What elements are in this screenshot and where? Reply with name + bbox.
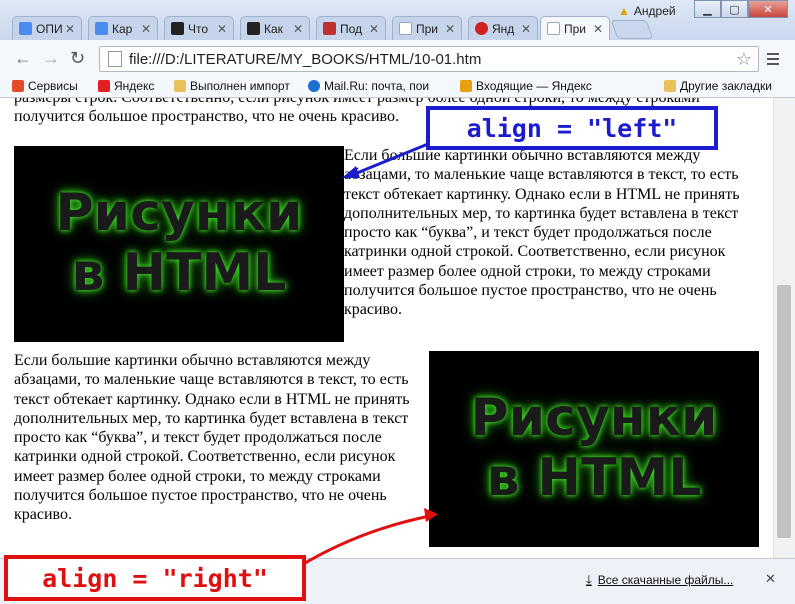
back-arrow-icon[interactable]: ← — [14, 48, 32, 69]
new-tab-button[interactable] — [610, 20, 654, 39]
paragraph-image-right: Рисунки в HTML Если большие картинки обы… — [14, 351, 764, 547]
close-icon[interactable]: ✕ — [593, 22, 603, 36]
folder-icon — [664, 80, 676, 92]
bookmark-inbox[interactable]: Входящие — Яндекс — [460, 79, 592, 93]
drive-icon — [19, 22, 32, 35]
bookmark-yandex[interactable]: Яндекс — [98, 79, 154, 93]
user-profile[interactable]: ▲ Андрей — [618, 3, 676, 19]
image-rysunki-left: Рисунки в HTML — [14, 146, 344, 342]
warning-icon: ▲ — [618, 4, 630, 18]
page-content: размеры строк. Соответственно, если рису… — [0, 98, 773, 558]
site-icon — [171, 22, 184, 35]
bookmarks-bar: Сервисы Яндекс Выполнен импорт Mail.Ru: … — [0, 76, 795, 98]
bookmark-mailru[interactable]: Mail.Ru: почта, пои — [308, 79, 429, 93]
tab-8-active[interactable]: При ✕ — [540, 16, 610, 40]
tab-5[interactable]: Под ✕ — [316, 16, 386, 40]
tab-4[interactable]: Как ✕ — [240, 16, 310, 40]
image-rysunki-right: Рисунки в HTML — [429, 351, 759, 547]
close-icon[interactable]: ✕ — [369, 22, 379, 36]
close-icon[interactable]: ✕ — [65, 22, 75, 36]
tab-2[interactable]: Кар ✕ — [88, 16, 158, 40]
minimize-button[interactable]: ▁ — [694, 0, 721, 18]
close-downloads-icon[interactable]: ✕ — [765, 571, 776, 587]
download-icon: ⤓ — [586, 572, 592, 587]
callout-align-left: align = "left" — [426, 106, 718, 150]
all-downloads-link[interactable]: ⤓ Все скачанные файлы... — [586, 572, 733, 588]
close-icon[interactable]: ✕ — [141, 22, 151, 36]
close-icon[interactable]: ✕ — [521, 22, 531, 36]
close-icon[interactable]: ✕ — [217, 22, 227, 36]
apps-icon — [12, 80, 24, 92]
mail-icon — [460, 80, 472, 92]
scrollbar-thumb[interactable] — [777, 285, 791, 538]
close-icon[interactable]: ✕ — [445, 22, 455, 36]
page-icon — [399, 22, 412, 35]
forward-arrow-icon[interactable]: → — [42, 48, 60, 69]
folder-icon — [174, 80, 186, 92]
title-bar: ОПИ ✕ Кар ✕ Что ✕ Как ✕ Под ✕ При ✕ Янд ✕ При ✕ … — [0, 0, 795, 40]
bookmark-services[interactable]: Сервисы — [12, 79, 78, 93]
bookmark-import[interactable]: Выполнен импорт — [174, 79, 290, 93]
chart-icon — [323, 22, 336, 35]
bookmark-other[interactable]: Другие закладки — [664, 79, 772, 93]
yandex-icon — [475, 22, 488, 35]
tab-7[interactable]: Янд ✕ — [468, 16, 538, 40]
url-text[interactable]: file:///D:/LITERATURE/MY_BOOKS/HTML/10-0… — [129, 51, 736, 68]
page-icon — [547, 22, 560, 35]
address-bar[interactable]: file:///D:/LITERATURE/MY_BOOKS/HTML/10-0… — [99, 46, 759, 72]
mailru-icon — [308, 80, 320, 92]
page-icon — [108, 51, 122, 67]
star-icon[interactable]: ☆ — [736, 49, 752, 70]
site-icon — [247, 22, 260, 35]
tab-3[interactable]: Что ✕ — [164, 16, 234, 40]
close-window-button[interactable]: ✕ — [748, 0, 788, 18]
reload-icon[interactable]: ↻ — [70, 48, 85, 69]
close-icon[interactable]: ✕ — [293, 22, 303, 36]
window-controls: ▁ ▢ ✕ — [694, 0, 788, 18]
tab-1[interactable]: ОПИ ✕ — [12, 16, 82, 40]
callout-align-right: align = "right" — [4, 555, 306, 601]
paragraph-image-left: Рисунки в HTML Если большие картинки обы… — [14, 146, 764, 342]
tab-6[interactable]: При ✕ — [392, 16, 462, 40]
vertical-scrollbar[interactable] — [773, 98, 795, 558]
maximize-button[interactable]: ▢ — [721, 0, 748, 18]
doc-icon — [95, 22, 108, 35]
menu-icon[interactable] — [767, 50, 779, 68]
yandex-icon — [98, 80, 110, 92]
